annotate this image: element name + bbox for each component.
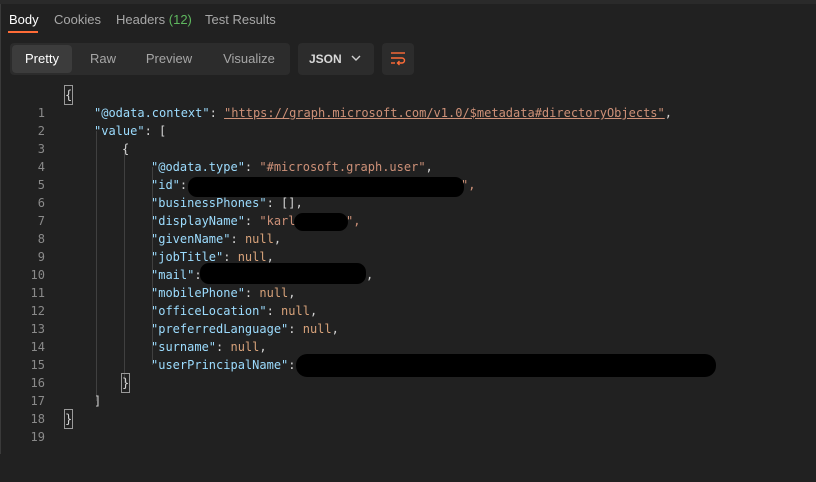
json-null-value: null bbox=[281, 304, 310, 318]
code-editor[interactable]: 1 { 2 "@odata.context": "https://graph.m… bbox=[0, 85, 816, 454]
tab-headers[interactable]: Headers (12) bbox=[116, 12, 192, 27]
json-key: "givenName" bbox=[151, 232, 231, 246]
view-mode-switch: Pretty Raw Preview Visualize bbox=[10, 43, 290, 75]
json-entry: "givenName": null, bbox=[151, 232, 282, 246]
json-key: "displayName" bbox=[151, 214, 245, 228]
view-pretty-button[interactable]: Pretty bbox=[12, 45, 72, 73]
json-key: "mail" bbox=[151, 268, 195, 282]
code-line: 9 "givenName": null, bbox=[0, 230, 816, 264]
json-key: "id" bbox=[151, 178, 180, 192]
code-line: 14 "preferredLanguage": null, bbox=[0, 320, 816, 354]
json-brace: { bbox=[122, 142, 130, 156]
response-tabs: Body Cookies Headers (12) Test Results bbox=[0, 4, 816, 36]
view-preview-button[interactable]: Preview bbox=[138, 45, 200, 73]
json-brace: { bbox=[63, 85, 74, 105]
json-null-value: null bbox=[259, 286, 289, 300]
code-line: 13 "officeLocation": null, bbox=[0, 302, 816, 336]
json-entry: "displayName": "karl bbox=[151, 214, 296, 228]
code-line: 10 "jobTitle": null, bbox=[0, 248, 816, 282]
code-line: 8 "displayName": "karl ", bbox=[0, 212, 816, 246]
format-select[interactable]: JSON bbox=[298, 43, 374, 75]
json-entry: "surname": null, bbox=[151, 340, 267, 354]
json-key: "value" bbox=[94, 124, 145, 138]
json-key: "mobilePhone" bbox=[151, 286, 245, 300]
json-entry: "mail": bbox=[151, 268, 202, 282]
json-bracket: [ bbox=[159, 124, 167, 138]
json-entry: "@odata.context": "https://graph.microso… bbox=[94, 106, 672, 120]
json-null-value: null bbox=[244, 232, 274, 246]
json-key: "@odata.context" bbox=[94, 106, 210, 120]
format-select-value: JSON bbox=[309, 52, 342, 66]
redaction-mark bbox=[294, 213, 348, 231]
json-key: "jobTitle" bbox=[151, 250, 224, 264]
json-key: "userPrincipalName" bbox=[151, 358, 289, 372]
json-key: "surname" bbox=[151, 340, 217, 354]
tab-cookies[interactable]: Cookies bbox=[54, 12, 101, 27]
code-line: 1 { bbox=[0, 85, 816, 120]
redaction-mark bbox=[188, 177, 464, 197]
code-line: 18 ] bbox=[0, 392, 816, 426]
json-null-value: null bbox=[230, 340, 260, 354]
tab-test-results[interactable]: Test Results bbox=[205, 12, 276, 27]
json-comma: , bbox=[366, 268, 374, 282]
view-raw-button[interactable]: Raw bbox=[78, 45, 128, 73]
json-bracket: ] bbox=[94, 394, 102, 408]
json-string-value: "#microsoft.graph.user" bbox=[259, 160, 426, 174]
code-line: 12 "mobilePhone": null, bbox=[0, 284, 816, 318]
code-line: 4 { bbox=[0, 140, 816, 174]
json-entry: "preferredLanguage": null, bbox=[151, 322, 339, 336]
json-array-value: [] bbox=[281, 196, 296, 210]
json-entry: "mobilePhone": null, bbox=[151, 286, 296, 300]
json-key: "@odata.type" bbox=[151, 160, 245, 174]
json-entry: "userPrincipalName": bbox=[151, 358, 296, 372]
code-line: 11 "mail": , bbox=[0, 266, 816, 300]
json-string-value: "karl bbox=[259, 214, 296, 228]
json-null-value: null bbox=[237, 250, 267, 264]
json-url-value[interactable]: "https://graph.microsoft.com/v1.0/$metad… bbox=[224, 106, 665, 120]
json-entry: "id": bbox=[151, 178, 188, 192]
json-entry: "officeLocation": null, bbox=[151, 304, 318, 318]
view-visualize-button[interactable]: Visualize bbox=[212, 45, 286, 73]
chevron-down-icon bbox=[351, 55, 361, 61]
code-line: 19 } bbox=[0, 409, 816, 444]
json-key: "preferredLanguage" bbox=[151, 322, 289, 336]
json-entry: "@odata.type": "#microsoft.graph.user", bbox=[151, 160, 433, 174]
wrap-lines-icon bbox=[391, 52, 406, 66]
wrap-lines-button[interactable] bbox=[382, 43, 414, 75]
headers-count-badge: (12) bbox=[168, 12, 192, 27]
redaction-mark bbox=[296, 354, 716, 377]
code-line: 2 "@odata.context": "https://graph.micro… bbox=[0, 104, 816, 138]
json-key: "officeLocation" bbox=[151, 304, 267, 318]
tab-headers-label: Headers bbox=[116, 12, 166, 27]
redaction-mark bbox=[200, 263, 366, 284]
response-toolbar: Pretty Raw Preview Visualize JSON bbox=[0, 43, 816, 75]
tab-body[interactable]: Body bbox=[9, 12, 39, 27]
code-line: 3 "value": [ bbox=[0, 122, 816, 156]
json-brace: } bbox=[120, 373, 131, 393]
json-brace: } bbox=[63, 409, 74, 429]
json-key: "businessPhones" bbox=[151, 196, 267, 210]
code-line: 5 "@odata.type": "#microsoft.graph.user"… bbox=[0, 158, 816, 192]
json-null-value: null bbox=[302, 322, 332, 336]
active-tab-indicator bbox=[8, 31, 38, 33]
json-string-end: ", bbox=[346, 214, 361, 228]
line-number: 19 bbox=[30, 430, 45, 444]
json-entry: "value": [ bbox=[94, 124, 167, 138]
